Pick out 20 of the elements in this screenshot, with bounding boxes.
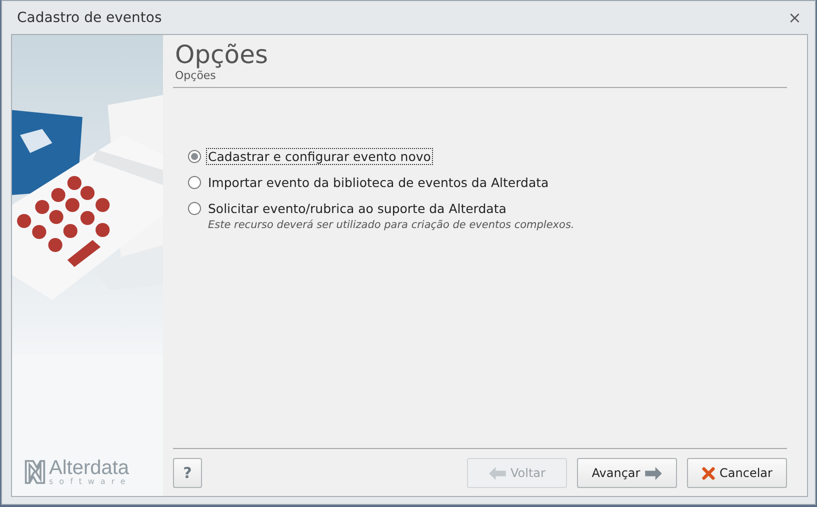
- arrow-right-icon: [645, 466, 662, 480]
- radio-button[interactable]: [188, 150, 201, 162]
- option-note: Este recurso deverá ser utilizado para criação de eventos complexos.: [208, 218, 576, 230]
- logo-name: Alterdata: [49, 458, 130, 478]
- radio-option[interactable]: Solicitar evento/rubrica ao suporte da Alterdata: [188, 200, 787, 216]
- logo-tagline: software: [49, 478, 132, 486]
- next-button[interactable]: Avançar: [577, 458, 677, 488]
- arrow-left-icon: [488, 466, 506, 480]
- logo-icon: [24, 458, 46, 486]
- page-subtitle: Opções: [175, 68, 217, 82]
- window-title: Cadastro de eventos: [17, 10, 163, 26]
- cancel-button[interactable]: Cancelar: [687, 458, 787, 488]
- help-button[interactable]: ?: [173, 458, 202, 488]
- radio-option[interactable]: Cadastrar e configurar evento novo: [188, 148, 787, 164]
- close-button[interactable]: ⨯: [788, 8, 801, 28]
- page-title: Opções: [175, 41, 269, 68]
- x-icon: [702, 466, 715, 480]
- radio-button[interactable]: [188, 176, 201, 188]
- radio-option[interactable]: Importar evento da biblioteca de eventos da Alterdata: [188, 174, 787, 190]
- radio-button[interactable]: [188, 202, 201, 214]
